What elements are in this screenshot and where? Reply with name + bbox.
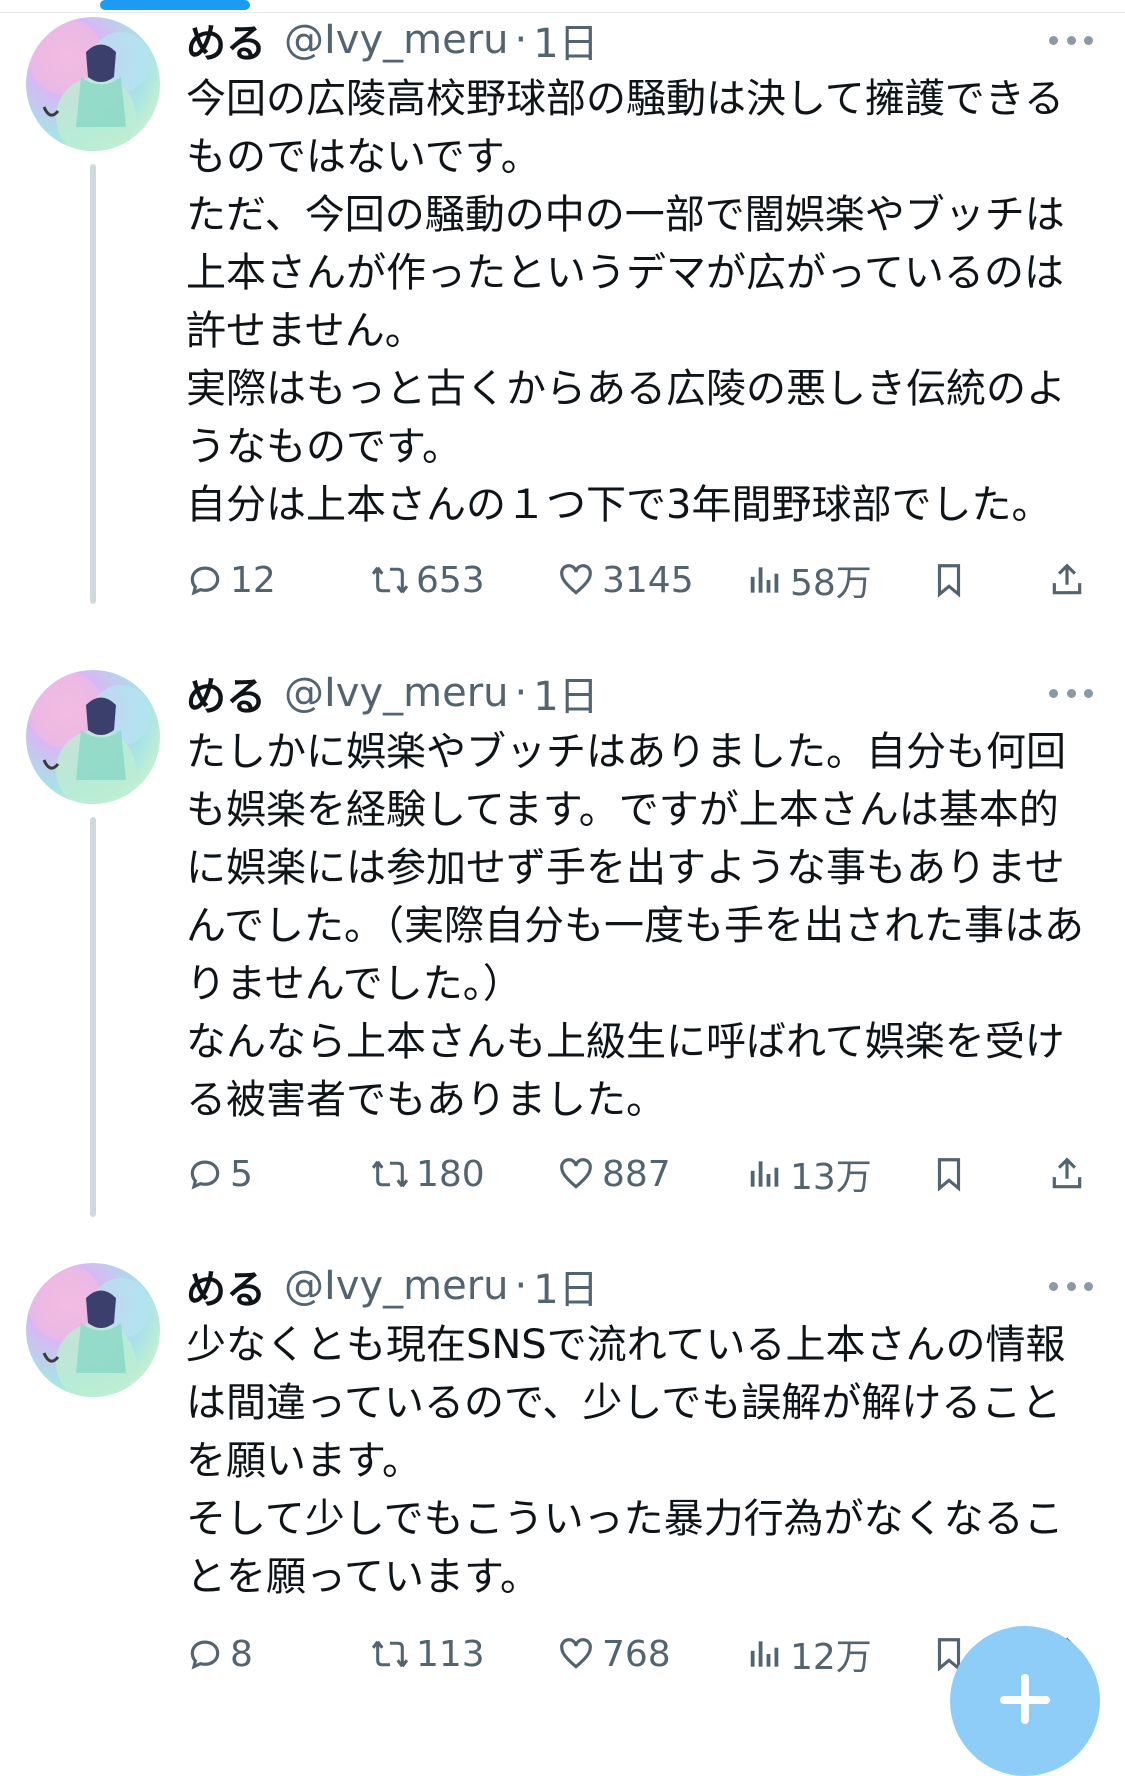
action-bar: 12 653 3145 58万 bbox=[186, 556, 1091, 604]
bookmark-icon bbox=[937, 564, 961, 598]
like-count: 768 bbox=[602, 1633, 671, 1675]
views-count: 12万 bbox=[790, 1637, 872, 1678]
tweet[interactable]: める @Ivy_meru · 1日 たしかに娯楽やブッチはありました。自分も何回… bbox=[0, 665, 1125, 1225]
reply-icon bbox=[190, 566, 220, 596]
retweet-count: 180 bbox=[416, 1153, 485, 1195]
heart-icon bbox=[560, 1638, 592, 1669]
views-icon bbox=[750, 1641, 779, 1667]
retweet-icon bbox=[371, 1640, 409, 1668]
reply-icon bbox=[190, 1160, 220, 1190]
tweet-text: 少なくとも現在SNSで流れている上本さんの情報は間違っているので、少しでも誤解が… bbox=[186, 1322, 1066, 1600]
retweet-icon bbox=[371, 1160, 409, 1188]
views-count: 13万 bbox=[790, 1157, 872, 1198]
user-handle[interactable]: @Ivy_meru bbox=[284, 670, 509, 716]
avatar[interactable] bbox=[26, 670, 160, 804]
thread-line bbox=[90, 817, 96, 1217]
timestamp[interactable]: 1日 bbox=[533, 11, 598, 69]
timestamp[interactable]: 1日 bbox=[533, 664, 598, 722]
like-button[interactable]: 3145 bbox=[556, 556, 694, 604]
tab-indicator bbox=[100, 0, 250, 10]
retweet-count: 653 bbox=[416, 559, 485, 601]
separator-dot: · bbox=[514, 1263, 528, 1309]
timestamp[interactable]: 1日 bbox=[533, 1257, 598, 1315]
more-icon[interactable] bbox=[1049, 34, 1093, 46]
tweet-header: める @Ivy_meru · 1日 bbox=[186, 12, 1125, 68]
share-icon bbox=[1052, 1157, 1082, 1189]
avatar[interactable] bbox=[26, 1263, 160, 1397]
more-icon[interactable] bbox=[1049, 687, 1093, 699]
reply-button[interactable]: 12 bbox=[186, 556, 276, 604]
reply-icon bbox=[190, 1640, 220, 1670]
separator-dot: · bbox=[514, 670, 528, 716]
reply-button[interactable]: 8 bbox=[186, 1630, 253, 1678]
like-count: 887 bbox=[602, 1153, 671, 1195]
heart-icon bbox=[560, 1158, 592, 1189]
views-icon bbox=[750, 567, 779, 593]
user-handle[interactable]: @Ivy_meru bbox=[284, 1263, 509, 1309]
more-icon[interactable] bbox=[1049, 1280, 1093, 1292]
share-icon bbox=[1052, 563, 1082, 595]
reply-count: 5 bbox=[230, 1153, 253, 1195]
display-name[interactable]: める bbox=[186, 11, 266, 69]
views-button[interactable]: 13万 bbox=[746, 1150, 872, 1198]
like-button[interactable]: 887 bbox=[556, 1150, 671, 1198]
tweet-header: める @Ivy_meru · 1日 bbox=[186, 665, 1125, 721]
like-count: 3145 bbox=[602, 559, 694, 601]
views-button[interactable]: 58万 bbox=[746, 556, 872, 604]
avatar[interactable] bbox=[26, 17, 160, 151]
retweet-button[interactable]: 113 bbox=[370, 1630, 485, 1678]
bookmark-button[interactable] bbox=[930, 556, 974, 604]
share-button[interactable] bbox=[1048, 556, 1092, 604]
like-button[interactable]: 768 bbox=[556, 1630, 671, 1678]
tweet-text: 今回の広陵高校野球部の騒動は決して擁護できるものではないです。 ただ、今回の騒動… bbox=[186, 76, 1066, 528]
views-count: 58万 bbox=[790, 563, 872, 604]
user-handle[interactable]: @Ivy_meru bbox=[284, 17, 509, 63]
bookmark-icon bbox=[937, 1158, 961, 1192]
thread-line bbox=[90, 164, 96, 604]
reply-count: 8 bbox=[230, 1633, 253, 1675]
retweet-icon bbox=[371, 566, 409, 594]
views-icon bbox=[750, 1161, 779, 1187]
share-button[interactable] bbox=[1048, 1150, 1092, 1198]
action-bar: 5 180 887 13万 bbox=[186, 1150, 1091, 1198]
retweet-button[interactable]: 180 bbox=[370, 1150, 485, 1198]
reply-button[interactable]: 5 bbox=[186, 1150, 253, 1198]
tweet[interactable]: める @Ivy_meru · 1日 少なくとも現在SNSで流れている上本さんの情… bbox=[0, 1258, 1125, 1708]
tweet-header: める @Ivy_meru · 1日 bbox=[186, 1258, 1125, 1314]
views-button[interactable]: 12万 bbox=[746, 1630, 872, 1678]
retweet-count: 113 bbox=[416, 1633, 485, 1675]
bookmark-button[interactable] bbox=[930, 1150, 974, 1198]
retweet-button[interactable]: 653 bbox=[370, 556, 485, 604]
display-name[interactable]: める bbox=[186, 1257, 266, 1315]
tweet[interactable]: める @Ivy_meru · 1日 今回の広陵高校野球部の騒動は決して擁護できる… bbox=[0, 12, 1125, 612]
tweet-text: たしかに娯楽やブッチはありました。自分も何回も娯楽を経験してます。ですが上本さん… bbox=[186, 729, 1084, 1123]
compose-button[interactable] bbox=[950, 1626, 1100, 1776]
separator-dot: · bbox=[514, 17, 528, 63]
heart-icon bbox=[560, 564, 592, 595]
display-name[interactable]: める bbox=[186, 664, 266, 722]
reply-count: 12 bbox=[230, 559, 276, 601]
